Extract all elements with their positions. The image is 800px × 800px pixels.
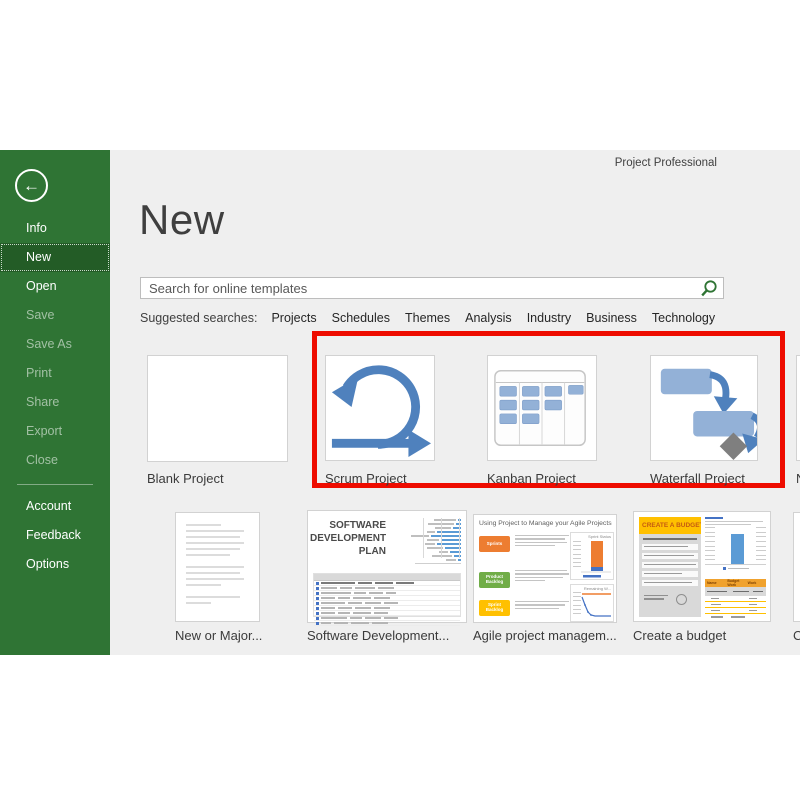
sprint-backlog-badge: Sprint Backlog (479, 600, 510, 616)
page-title: New (139, 196, 225, 244)
search-input[interactable] (141, 278, 723, 298)
sidebar-item-close: Close (0, 446, 110, 475)
kanban-icon (488, 356, 596, 460)
suggested-searches: Suggested searches: Projects Schedules Them… (140, 311, 730, 325)
watch-demo-block (642, 592, 698, 610)
back-button[interactable]: ← (15, 169, 48, 202)
template-label-scrum-project: Scrum Project (325, 471, 407, 486)
budget-bar-chart (705, 527, 766, 565)
agile-text-block (515, 570, 570, 584)
template-tile-partial-row1[interactable] (796, 355, 800, 461)
budget-thumbnail-title: CREATE A BUDGET (639, 517, 701, 534)
sidebar-item-open[interactable]: Open (0, 272, 110, 301)
template-label-agile-project: Agile project managem... (473, 628, 617, 643)
product-backlog-badge: Product Backlog (479, 572, 510, 588)
suggested-link-schedules[interactable]: Schedules (332, 311, 390, 325)
task-table-mini (313, 573, 461, 617)
template-label-partial-row1: N (796, 471, 800, 486)
template-tile-blank-project[interactable] (147, 355, 288, 462)
template-label-new-or-major: New or Major... (175, 628, 262, 643)
sprint-status-mini-chart: Sprint Status (570, 532, 614, 580)
suggested-link-business[interactable]: Business (586, 311, 637, 325)
backstage-sidebar: ← Info New Open Save Save As Print Share… (0, 150, 110, 655)
template-tile-agile-project[interactable]: Using Project to Manage your Agile Proje… (473, 514, 617, 623)
template-label-blank-project: Blank Project (147, 471, 224, 486)
app-name-badge: Project Professional (615, 157, 717, 169)
template-search-box (140, 277, 724, 299)
sidebar-item-save: Save (0, 301, 110, 330)
suggested-link-projects[interactable]: Projects (271, 311, 316, 325)
sprints-badge: Sprints (479, 536, 510, 552)
remaining-work-mini-chart: Remaining W... (570, 584, 614, 622)
waterfall-icon (651, 356, 757, 460)
template-label-create-budget: Create a budget (633, 628, 726, 643)
budget-chart-panel: NameBudget WorkWork (705, 517, 766, 617)
sidebar-item-feedback[interactable]: Feedback (0, 521, 110, 550)
backstage-screen: ← Info New Open Save Save As Print Share… (0, 0, 800, 800)
template-label-software-development: Software Development... (307, 628, 449, 643)
template-tile-kanban-project[interactable] (487, 355, 597, 461)
search-icon[interactable] (699, 279, 719, 299)
sidebar-item-new[interactable]: New (0, 243, 110, 272)
template-tile-create-budget[interactable]: CREATE A BUDGET (633, 511, 771, 622)
new-template-panel: Project Professional New Suggested searc… (110, 150, 800, 655)
sidebar-item-export: Export (0, 417, 110, 446)
template-label-partial-row2: C (793, 628, 800, 643)
sidebar-item-account[interactable]: Account (0, 492, 110, 521)
backstage-nav: Info New Open Save Save As Print Share E… (0, 214, 110, 579)
sidebar-item-options[interactable]: Options (0, 550, 110, 579)
suggested-link-analysis[interactable]: Analysis (465, 311, 512, 325)
sidebar-item-print: Print (0, 359, 110, 388)
template-tile-scrum-project[interactable] (325, 355, 435, 461)
suggested-link-industry[interactable]: Industry (527, 311, 571, 325)
suggested-link-themes[interactable]: Themes (405, 311, 450, 325)
scrum-icon (326, 356, 434, 460)
sidebar-item-info[interactable]: Info (0, 214, 110, 243)
template-label-kanban-project: Kanban Project (487, 471, 576, 486)
gantt-mini-chart (389, 518, 461, 564)
template-label-waterfall-project: Waterfall Project (650, 471, 745, 486)
suggested-link-technology[interactable]: Technology (652, 311, 715, 325)
suggested-searches-label: Suggested searches: (140, 311, 257, 325)
document-thumbnail (176, 513, 259, 619)
budget-steps-panel: CREATE A BUDGET (639, 517, 701, 617)
sidebar-item-save-as: Save As (0, 330, 110, 359)
agile-thumbnail-title: Using Project to Manage your Agile Proje… (479, 520, 612, 527)
software-plan-title: SOFTWARE DEVELOPMENT PLAN (310, 519, 386, 558)
budget-table-mini: NameBudget WorkWork (705, 579, 766, 617)
backstage-view: ← Info New Open Save Save As Print Share… (0, 150, 800, 655)
sidebar-divider (17, 484, 93, 485)
sidebar-item-share: Share (0, 388, 110, 417)
back-arrow-icon: ← (23, 176, 40, 195)
template-tile-waterfall-project[interactable] (650, 355, 758, 461)
agile-text-block (515, 535, 570, 549)
template-tile-new-or-major[interactable] (175, 512, 260, 622)
agile-text-block (515, 601, 570, 611)
template-tile-partial-row2[interactable] (793, 512, 800, 622)
template-tile-software-development[interactable]: SOFTWARE DEVELOPMENT PLAN (307, 510, 467, 623)
